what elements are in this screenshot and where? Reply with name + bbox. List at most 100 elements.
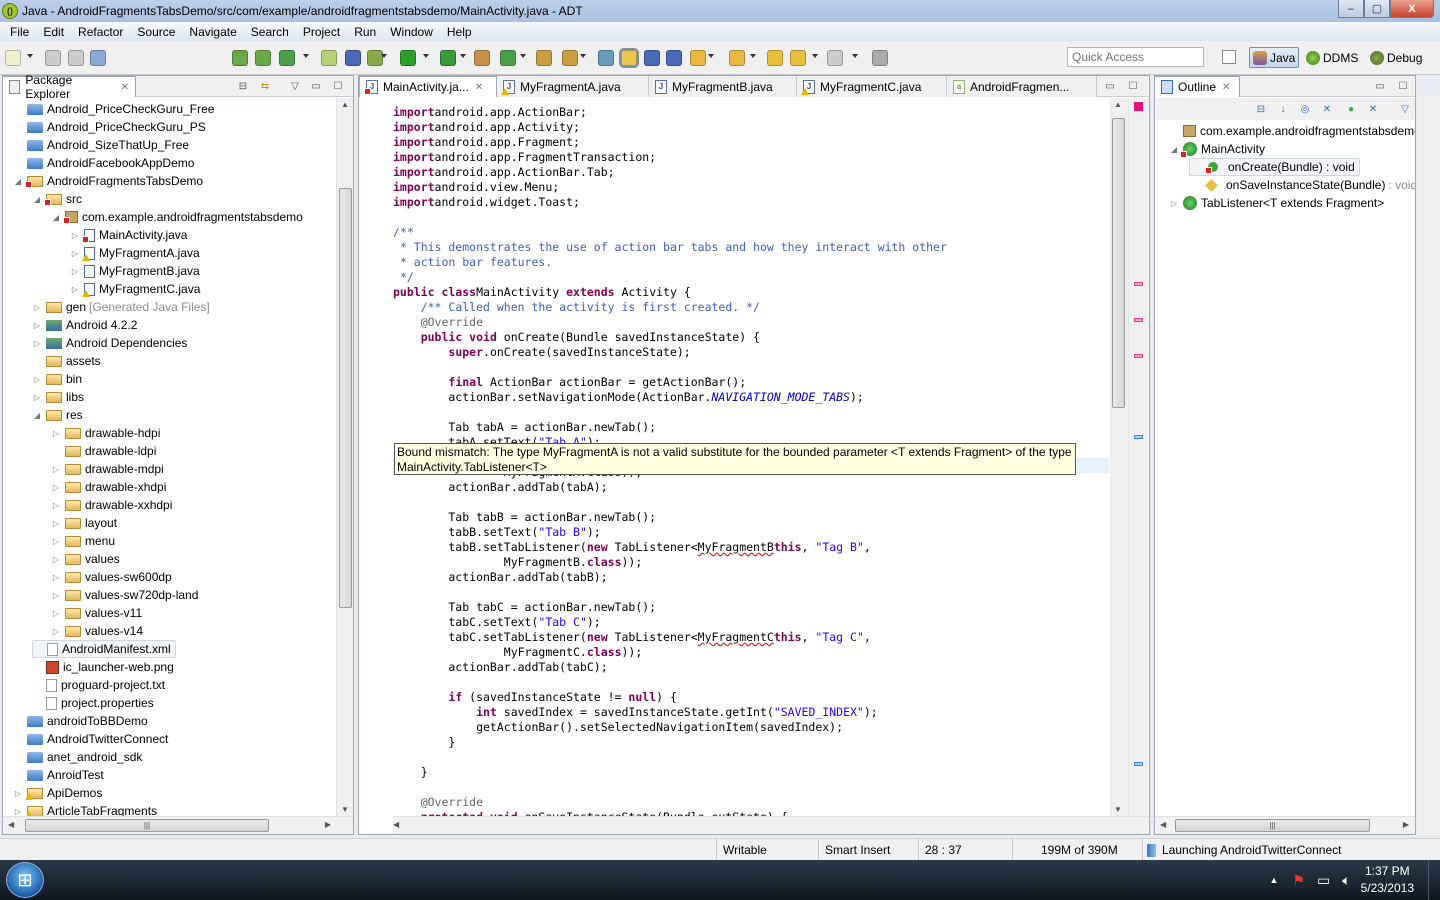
collapsed-arrow-icon[interactable]: ▷ (32, 393, 42, 402)
tree-item[interactable]: ▷ values-sw600dp (51, 568, 172, 586)
tree-item[interactable]: anet_android_sdk (13, 748, 142, 766)
collapsed-arrow-icon[interactable]: ▷ (32, 303, 42, 312)
tree-item[interactable]: ▷ ApiDemos (13, 784, 102, 802)
error-marker[interactable] (1134, 318, 1143, 322)
menu-edit[interactable]: Edit (36, 25, 71, 39)
collapsed-arrow-icon[interactable]: ▷ (70, 231, 80, 240)
outline-item[interactable]: ▷ TabListener<T extends Fragment> (1169, 194, 1384, 212)
perspective-debug[interactable]: Debug (1367, 47, 1425, 68)
tree-item[interactable]: proguard-project.txt (32, 676, 165, 694)
editor-tab[interactable]: J MyFragmentC.java (797, 76, 947, 97)
back-icon[interactable] (790, 50, 806, 66)
tree-item[interactable]: ▷ drawable-mdpi (51, 460, 164, 478)
dropdown-arrow-icon[interactable] (852, 54, 858, 58)
maximize-view-icon[interactable]: ☐ (332, 80, 344, 92)
hide-fields-icon[interactable]: ◎ (1299, 103, 1311, 115)
open-task-icon[interactable] (598, 50, 614, 66)
new-android-project-icon[interactable] (321, 50, 337, 66)
collapsed-arrow-icon[interactable]: ▷ (70, 285, 80, 294)
maximize-view-icon[interactable]: ☐ (1127, 80, 1139, 92)
tree-item[interactable]: androidToBBDemo (13, 712, 148, 730)
link-with-editor-icon[interactable]: ⇆ (259, 80, 271, 92)
show-hidden-icons-icon[interactable]: ▲ (1269, 875, 1278, 885)
network-icon[interactable]: ▭ (1317, 872, 1330, 889)
dropdown-arrow-icon[interactable] (27, 54, 33, 58)
editor-tab[interactable]: J MyFragmentA.java (497, 76, 649, 97)
tree-item[interactable]: ▷ layout (51, 514, 117, 532)
collapsed-arrow-icon[interactable]: ▷ (13, 807, 23, 816)
tree-item[interactable]: AndroidTwitterConnect (13, 730, 168, 748)
dropdown-arrow-icon[interactable] (580, 54, 586, 58)
tree-item[interactable]: drawable-ldpi (51, 442, 156, 460)
hide-static-icon[interactable]: ✕ (1321, 103, 1333, 115)
next-annotation-icon[interactable] (690, 50, 706, 66)
tree-item[interactable]: Android_SizeThatUp_Free (13, 136, 189, 154)
menu-run[interactable]: Run (347, 25, 383, 39)
pin-editor-icon[interactable] (872, 50, 888, 66)
progress-status[interactable]: Launching AndroidTwitterConnect (1142, 839, 1440, 861)
collapsed-arrow-icon[interactable]: ▷ (51, 429, 61, 438)
tree-item[interactable]: ▷ values-sw720dp-land (51, 586, 198, 604)
previous-annotation-icon[interactable] (729, 50, 745, 66)
collapsed-arrow-icon[interactable]: ▷ (1169, 199, 1179, 208)
occurrence-marker[interactable] (1134, 762, 1143, 766)
collapse-all-icon[interactable]: ⊟ (237, 80, 249, 92)
action-center-icon[interactable]: ⚑ (1292, 872, 1305, 889)
outline-item[interactable]: onSaveInstanceState(Bundle) : void (1189, 176, 1415, 194)
dropdown-arrow-icon[interactable] (750, 54, 756, 58)
view-menu-icon[interactable]: ▽ (1399, 103, 1411, 115)
tree-item[interactable]: ◢ src (32, 190, 82, 208)
dropdown-arrow-icon[interactable] (520, 54, 526, 58)
tree-item[interactable]: ▷ Android 4.2.2 (32, 316, 137, 334)
maximize-view-icon[interactable]: ☐ (1397, 80, 1409, 92)
expanded-arrow-icon[interactable]: ◢ (32, 195, 42, 204)
tab-package-explorer[interactable]: Package Explorer ✕ (2, 73, 136, 101)
tree-item[interactable]: ◢ AndroidFragmentsTabsDemo (13, 172, 203, 190)
lint-check-icon[interactable] (279, 50, 295, 66)
android-sdk-manager-icon[interactable] (232, 50, 248, 66)
collapsed-arrow-icon[interactable]: ▷ (32, 339, 42, 348)
volume-icon[interactable]: 🔈︎ (1342, 872, 1350, 889)
android-avd-manager-icon[interactable] (255, 50, 271, 66)
menu-search[interactable]: Search (244, 25, 296, 39)
tree-item[interactable]: ▷ MyFragmentA.java (70, 244, 200, 262)
tree-item[interactable]: AnroidTest (13, 766, 104, 784)
minimize-button[interactable]: – (1338, 0, 1364, 18)
scroll-thumb[interactable] (1112, 118, 1125, 408)
print-icon[interactable] (90, 50, 106, 66)
debug-icon[interactable] (367, 50, 383, 66)
minimize-view-icon[interactable]: ▭ (1104, 80, 1116, 92)
new-java-class-icon[interactable] (500, 50, 516, 66)
outline-item[interactable]: ◢ MainActivity (1169, 140, 1265, 158)
toggle-breakpoint-icon[interactable] (345, 50, 361, 66)
menu-refactor[interactable]: Refactor (71, 25, 130, 39)
scroll-thumb[interactable]: ||| (1175, 819, 1370, 832)
menu-project[interactable]: Project (296, 25, 347, 39)
tree-item[interactable]: ▷ values-v11 (51, 604, 142, 622)
search-icon[interactable] (562, 50, 578, 66)
tree-item[interactable]: ▷ menu (51, 532, 115, 550)
save-icon[interactable] (45, 50, 61, 66)
start-button[interactable]: ⊞ (6, 862, 44, 898)
sort-icon[interactable]: ↓ (1277, 103, 1289, 115)
expanded-arrow-icon[interactable]: ◢ (13, 177, 23, 186)
open-perspective-button[interactable] (1222, 50, 1236, 64)
package-explorer-vscroll[interactable]: ▲ ▼ (336, 98, 353, 816)
package-explorer-hscroll[interactable]: ◀ ||| ▶ (3, 816, 353, 834)
tree-item[interactable]: ▷ Android Dependencies (32, 334, 188, 352)
dropdown-arrow-icon[interactable] (423, 54, 429, 58)
collapsed-arrow-icon[interactable]: ▷ (51, 537, 61, 546)
outline-item[interactable]: com.example.androidfragmentstabsdemo (1169, 122, 1415, 140)
menu-help[interactable]: Help (440, 25, 479, 39)
save-all-icon[interactable] (68, 50, 84, 66)
collapsed-arrow-icon[interactable]: ▷ (70, 267, 80, 276)
collapsed-arrow-icon[interactable]: ▷ (51, 465, 61, 474)
collapsed-arrow-icon[interactable]: ▷ (51, 591, 61, 600)
heap-status[interactable]: 199M of 390M (1012, 839, 1142, 861)
toggle-mark-occurrences-icon[interactable] (619, 48, 639, 68)
clock[interactable]: 1:37 PM 5/23/2013 (1361, 863, 1414, 897)
run-icon[interactable] (400, 50, 416, 66)
menu-file[interactable]: File (3, 25, 36, 39)
menu-navigate[interactable]: Navigate (182, 25, 243, 39)
show-desktop-button[interactable] (1428, 860, 1440, 900)
